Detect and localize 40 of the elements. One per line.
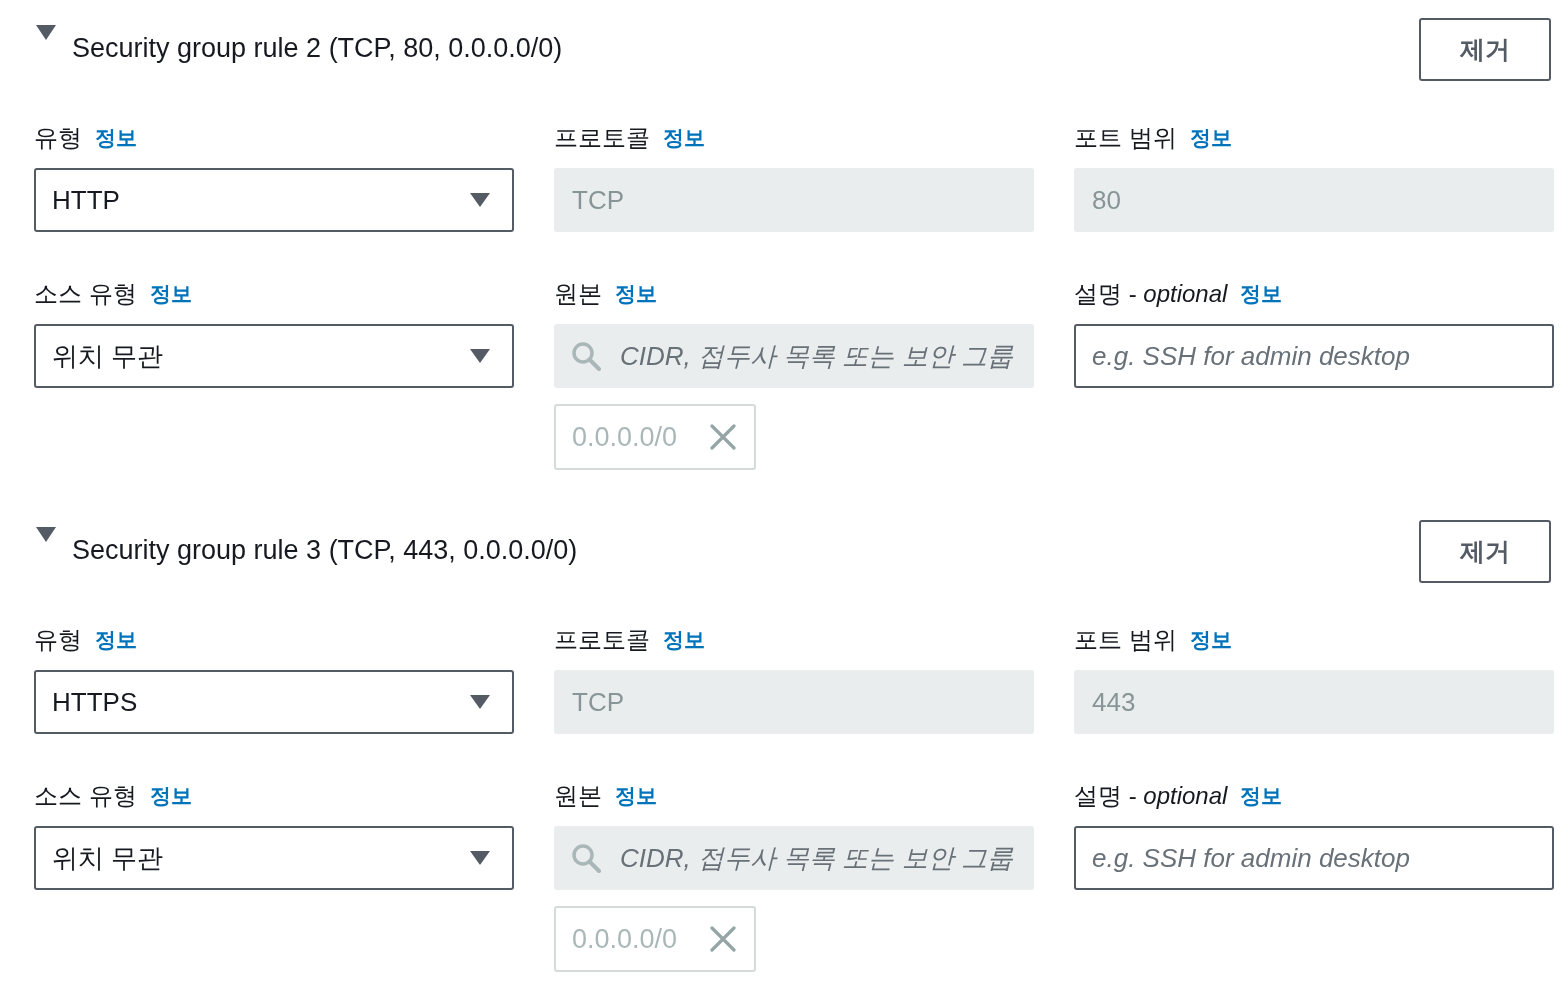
dropdown[interactable]: 위치 무관 (34, 324, 514, 388)
caret-down-icon (470, 695, 490, 709)
rule-title: Security group rule 3 (TCP, 443, 0.0.0.0/0) (72, 534, 578, 566)
info-link[interactable]: 정보 (95, 124, 137, 152)
field-label: 설명 - optional (1074, 781, 1228, 811)
field-label: 소스 유형 (34, 279, 137, 309)
token-text: 0.0.0.0/0 (572, 922, 678, 956)
info-link[interactable]: 정보 (1240, 782, 1283, 810)
search-icon (571, 843, 601, 873)
field-label: 소스 유형 (34, 781, 137, 811)
dropdown[interactable]: HTTP (34, 168, 514, 232)
caret-down-icon (470, 349, 490, 363)
info-link[interactable]: 정보 (95, 626, 137, 654)
field-label: 원본 (554, 279, 602, 309)
token-text: 0.0.0.0/0 (572, 420, 678, 454)
dropdown[interactable]: 위치 무관 (34, 826, 514, 890)
field-label: 원본 (554, 781, 602, 811)
field-label: 포트 범위 (1074, 123, 1177, 153)
search-icon (571, 341, 601, 371)
remove-button[interactable]: 제거 (1419, 18, 1551, 81)
field-label: 유형 (34, 625, 82, 655)
caret-down-icon[interactable] (36, 527, 56, 542)
text-field[interactable]: e.g. SSH for admin desktop (1074, 324, 1554, 388)
field-label: 유형 (34, 123, 82, 153)
caret-down-icon (470, 851, 490, 865)
field-label: 설명 - optional (1074, 279, 1228, 309)
caret-down-icon[interactable] (36, 25, 56, 40)
info-link[interactable]: 정보 (149, 782, 192, 810)
field-label: 프로토콜 (554, 625, 650, 655)
close-icon[interactable] (710, 424, 736, 450)
info-link[interactable]: 정보 (1240, 280, 1283, 308)
remove-button[interactable]: 제거 (1419, 520, 1551, 583)
text-field[interactable]: e.g. SSH for admin desktop (1074, 826, 1554, 890)
rule-title: Security group rule 2 (TCP, 80, 0.0.0.0/0) (72, 32, 563, 64)
dropdown[interactable]: HTTPS (34, 670, 514, 734)
close-icon[interactable] (710, 926, 736, 952)
field-label: 포트 범위 (1074, 625, 1177, 655)
caret-down-icon (470, 193, 490, 207)
info-link[interactable]: 정보 (149, 280, 192, 308)
field-label: 프로토콜 (554, 123, 650, 153)
